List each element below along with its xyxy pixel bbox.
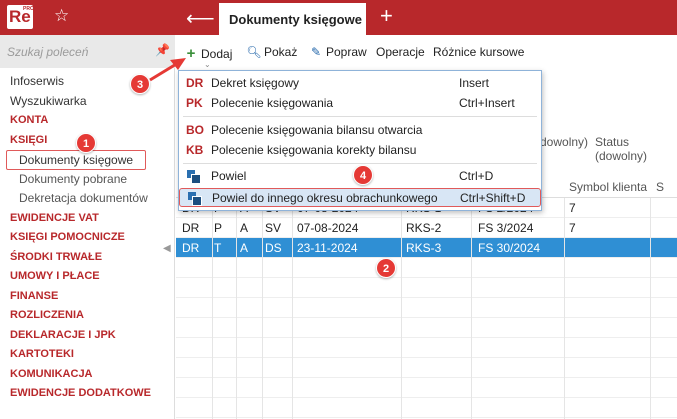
callout-badge-4: 4 [353,165,373,185]
callout-badge-2: 2 [376,258,396,278]
callout-badge-3: 3 [130,74,150,94]
callout-badge-1: 1 [76,133,96,153]
callout-arrow [149,58,186,82]
